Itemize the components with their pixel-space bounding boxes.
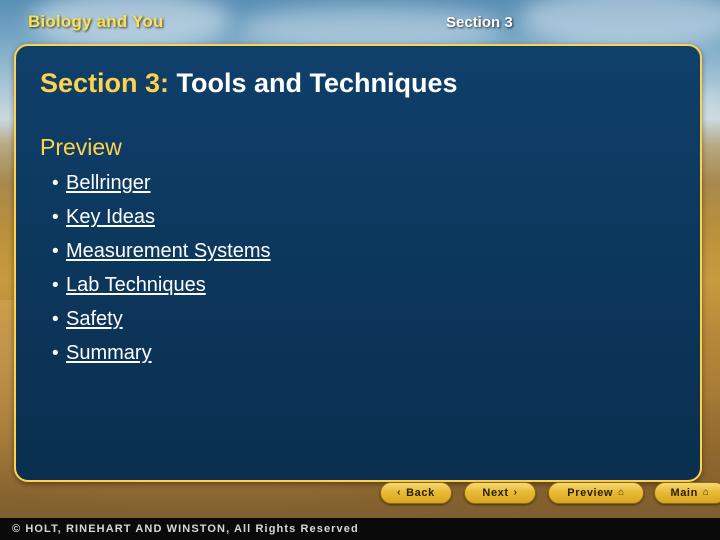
navigation-bar: ‹ Back Next › Preview ⌂ Main ⌂ (14, 478, 720, 518)
bullet-icon: • (52, 343, 59, 364)
link-key-ideas[interactable]: Key Ideas (66, 206, 155, 229)
next-button[interactable]: Next › (464, 482, 536, 504)
back-button-label: Back (406, 487, 435, 499)
list-item[interactable]: • Lab Techniques (40, 274, 660, 308)
page-title-rest: Tools and Techniques (169, 68, 458, 98)
book-title: Biology and You (28, 12, 164, 31)
list-item[interactable]: • Safety (40, 308, 660, 342)
link-measurement-systems[interactable]: Measurement Systems (66, 240, 271, 263)
bullet-icon: • (52, 241, 59, 262)
preview-list: • Bellringer • Key Ideas • Measurement S… (40, 172, 660, 376)
page-title-accent: Section 3: (40, 68, 170, 98)
bullet-icon: • (52, 173, 59, 194)
chevron-right-icon: › (513, 487, 518, 498)
next-button-label: Next (482, 487, 509, 499)
back-button[interactable]: ‹ Back (380, 482, 452, 504)
slide-canvas: Biology and You Section 3 Section 3: Too… (0, 0, 720, 540)
main-button[interactable]: Main ⌂ (654, 482, 720, 504)
list-item[interactable]: • Measurement Systems (40, 240, 660, 274)
home-icon: ⌂ (702, 487, 710, 498)
list-item[interactable]: • Bellringer (40, 172, 660, 206)
page-title: Section 3: Tools and Techniques (40, 68, 458, 99)
bullet-icon: • (52, 207, 59, 228)
footer-bar: © HOLT, RINEHART AND WINSTON, All Rights… (0, 518, 720, 540)
copyright-notice: © HOLT, RINEHART AND WINSTON, All Rights… (12, 523, 359, 535)
link-summary[interactable]: Summary (66, 342, 152, 365)
link-lab-techniques[interactable]: Lab Techniques (66, 274, 206, 297)
preview-button-label: Preview (567, 487, 614, 499)
list-item[interactable]: • Key Ideas (40, 206, 660, 240)
preview-button[interactable]: Preview ⌂ (548, 482, 644, 504)
link-safety[interactable]: Safety (66, 308, 123, 331)
main-button-label: Main (670, 487, 698, 499)
content-panel: Section 3: Tools and Techniques Preview … (14, 44, 702, 482)
link-bellringer[interactable]: Bellringer (66, 172, 150, 195)
list-item[interactable]: • Summary (40, 342, 660, 376)
slide-header: Biology and You Section 3 (0, 12, 720, 42)
bullet-icon: • (52, 275, 59, 296)
bullet-icon: • (52, 309, 59, 330)
home-icon: ⌂ (618, 487, 625, 498)
preview-heading: Preview (40, 134, 122, 160)
section-label: Section 3 (446, 14, 513, 31)
chevron-left-icon: ‹ (397, 487, 402, 498)
